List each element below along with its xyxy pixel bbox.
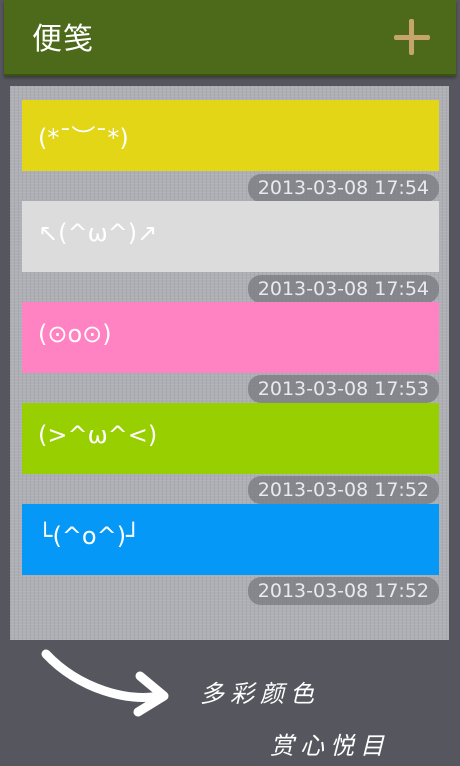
add-note-button[interactable] xyxy=(394,19,430,55)
note-text: (>^ω^<) xyxy=(38,421,158,449)
note-item[interactable]: ↖(^ω^)↗ xyxy=(22,201,439,272)
note-timestamp: 2013-03-08 17:53 xyxy=(247,375,439,403)
note-timestamp: 2013-03-08 17:54 xyxy=(247,174,439,202)
note-item[interactable]: (*¯︶¯*) xyxy=(22,100,439,171)
app-header: 便笺 xyxy=(4,0,456,76)
note-text: (*¯︶¯*) xyxy=(38,124,129,152)
notes-list: (*¯︶¯*) 2013-03-08 17:54 ↖(^ω^)↗ 2013-03… xyxy=(10,86,449,640)
note-text: (⊙o⊙) xyxy=(38,320,112,348)
page-title: 便笺 xyxy=(32,22,94,57)
note-text: └(^o^)┘ xyxy=(38,522,141,550)
curved-arrow-icon xyxy=(41,649,169,717)
note-timestamp: 2013-03-08 17:52 xyxy=(247,476,439,504)
promo-line-2: 赏心悦目 xyxy=(270,732,390,760)
note-item[interactable]: (>^ω^<) xyxy=(22,403,439,474)
note-timestamp: 2013-03-08 17:52 xyxy=(247,577,439,605)
promo-line-1: 多彩颜色 xyxy=(200,680,320,708)
note-item[interactable]: (⊙o⊙) xyxy=(22,302,439,373)
note-timestamp: 2013-03-08 17:54 xyxy=(247,275,439,303)
note-item[interactable]: └(^o^)┘ xyxy=(22,504,439,575)
note-text: ↖(^ω^)↗ xyxy=(38,219,158,247)
